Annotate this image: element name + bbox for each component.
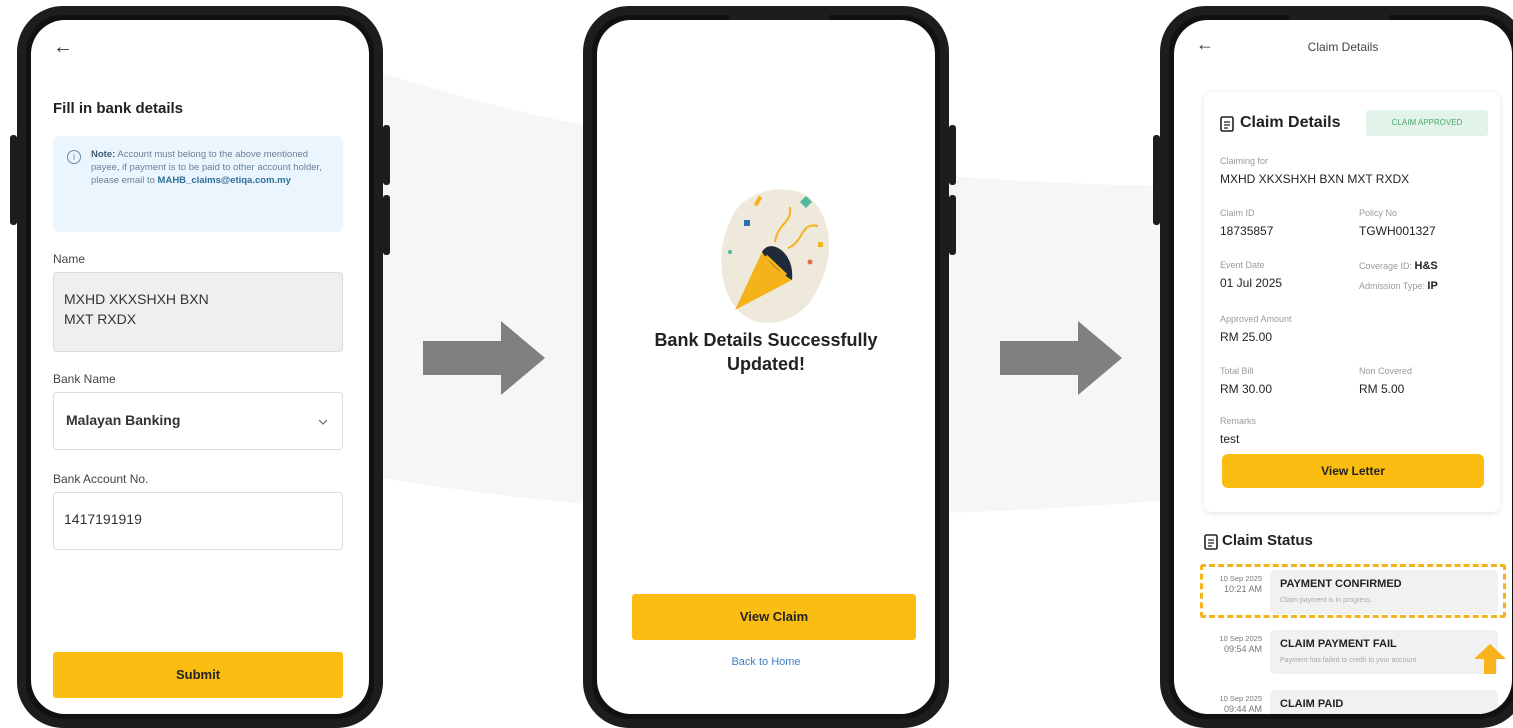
status-row[interactable]: 10 Sep 2025 09:54 AM CLAIM PAYMENT FAIL … [1204, 630, 1512, 678]
name-field: MXHD XKXSHXH BXN MXT RXDX [53, 272, 343, 352]
note-text: Note: Account must belong to the above m… [91, 148, 331, 187]
back-arrow-icon[interactable]: ← [53, 36, 73, 59]
coverage-id-value: H&S [1414, 260, 1438, 272]
view-claim-button[interactable]: View Claim [632, 594, 916, 640]
status-date-day: 10 Sep 2025 [1219, 694, 1262, 703]
claim-details-screen: ← Claim Details Claim Details CLAIM APPR… [1174, 20, 1512, 714]
approved-amount-label: Approved Amount [1220, 314, 1292, 324]
claim-status-title: Claim Status [1222, 532, 1313, 549]
status-date-time: 09:54 AM [1223, 644, 1262, 654]
admission-type-label: Admission Type: [1359, 281, 1425, 291]
account-label: Bank Account No. [53, 472, 149, 486]
non-covered-value: RM 5.00 [1359, 382, 1405, 396]
status-date: 10 Sep 2025 09:54 AM [1204, 634, 1262, 654]
bank-name-value: Malayan Banking [66, 412, 181, 428]
coverage-id-label: Coverage ID: [1359, 261, 1413, 271]
flow-arrow-icon [423, 321, 545, 395]
chevron-down-icon [318, 419, 328, 425]
claiming-for-label: Claiming for [1220, 156, 1269, 166]
policy-no-label: Policy No [1359, 208, 1398, 218]
claiming-for-value: MXHD XKXSHXH BXN MXT RXDX [1220, 172, 1410, 186]
claim-id-value: 18735857 [1220, 224, 1274, 238]
card-title: Claim Details [1240, 114, 1341, 131]
party-popper-icon [721, 189, 830, 323]
remarks-label: Remarks [1220, 416, 1257, 426]
view-letter-button[interactable]: View Letter [1222, 454, 1484, 488]
name-label: Name [53, 252, 86, 266]
flow-arrow-icon [1000, 321, 1122, 395]
status-box: CLAIM PAID [1270, 690, 1498, 714]
status-box: CLAIM PAYMENT FAIL Payment has failed to… [1270, 630, 1498, 674]
policy-no-value: TGWH001327 [1359, 224, 1436, 238]
status-title: CLAIM PAID [1280, 698, 1344, 710]
back-to-home-link[interactable]: Back to Home [597, 656, 935, 668]
event-date-value: 01 Jul 2025 [1220, 276, 1283, 290]
admission-type: Admission Type: IP [1359, 280, 1438, 292]
status-title: CLAIM PAYMENT FAIL [1280, 638, 1397, 650]
claim-id-label: Claim ID [1220, 208, 1255, 218]
submit-button[interactable]: Submit [53, 652, 343, 698]
phone-bank-details: ← Fill in bank details i Note: Account m… [10, 6, 390, 728]
status-desc: Payment has failed to credit to your acc… [1280, 657, 1417, 664]
account-number-input[interactable]: 1417191919 [53, 492, 343, 550]
claim-approved-badge: CLAIM APPROVED [1366, 110, 1488, 136]
bank-name-label: Bank Name [53, 372, 116, 386]
event-date-label: Event Date [1220, 260, 1265, 270]
bank-name-select[interactable]: Malayan Banking [53, 392, 343, 450]
document-icon [1204, 534, 1218, 550]
status-date: 10 Sep 2025 09:44 AM [1204, 694, 1262, 714]
bank-details-screen: ← Fill in bank details i Note: Account m… [31, 20, 369, 714]
total-bill-value: RM 30.00 [1220, 382, 1273, 396]
remarks-value: test [1220, 432, 1240, 446]
success-message: Bank Details Successfully Updated! [597, 328, 935, 376]
approved-amount-value: RM 25.00 [1220, 330, 1273, 344]
document-icon [1220, 116, 1234, 132]
status-date-day: 10 Sep 2025 [1219, 634, 1262, 643]
success-line-1: Bank Details Successfully [654, 330, 878, 350]
phone-success: Bank Details Successfully Updated! View … [583, 6, 956, 728]
total-bill-label: Total Bill [1220, 366, 1254, 376]
info-icon: i [67, 150, 81, 164]
non-covered-label: Non Covered [1359, 366, 1413, 376]
note-bold-label: Note: [91, 149, 116, 160]
email-link[interactable]: MAHB_claims@etiqa.com.my [158, 175, 291, 186]
coverage-id: Coverage ID: H&S [1359, 260, 1438, 272]
note-box: i Note: Account must belong to the above… [53, 136, 343, 232]
status-date-time: 09:44 AM [1223, 704, 1262, 714]
claim-details-card: Claim Details CLAIM APPROVED Claiming fo… [1204, 92, 1500, 512]
highlight-frame [1200, 564, 1506, 618]
up-arrow-icon [1474, 644, 1506, 674]
phone-claim-details: ← Claim Details Claim Details CLAIM APPR… [1153, 6, 1513, 728]
status-row[interactable]: 10 Sep 2025 09:44 AM CLAIM PAID [1204, 690, 1512, 714]
admission-type-value: IP [1427, 280, 1438, 292]
success-line-2: Updated! [727, 354, 805, 374]
header-title: Claim Details [1307, 40, 1379, 54]
success-screen: Bank Details Successfully Updated! View … [597, 20, 935, 714]
page-title: Fill in bank details [53, 100, 184, 117]
